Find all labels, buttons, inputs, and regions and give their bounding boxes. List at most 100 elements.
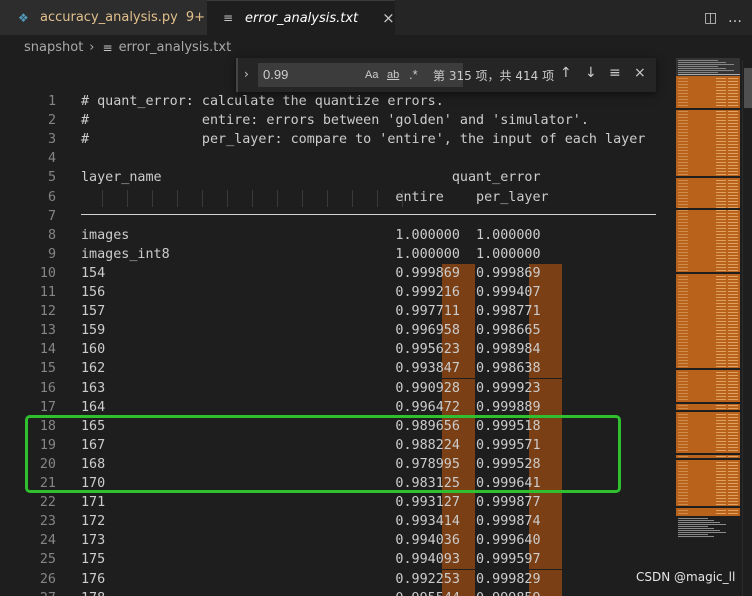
minimap-line (728, 309, 738, 310)
minimap-line (716, 381, 726, 382)
code-line[interactable]: 160 0.995623 0.998984 (81, 340, 541, 359)
code-line[interactable]: entire per_layer (81, 188, 548, 207)
minimap-line (728, 111, 738, 112)
code-line[interactable]: 163 0.990928 0.999923 (81, 379, 541, 398)
toggle-replace-icon[interactable]: › (244, 67, 249, 81)
code-line[interactable]: 162 0.993847 0.998638 (81, 359, 541, 378)
minimap-line (678, 297, 688, 298)
minimap-line (716, 378, 726, 379)
minimap[interactable] (676, 58, 740, 596)
close-find-icon[interactable]: × (634, 65, 646, 81)
code-line[interactable]: 175 0.994093 0.999597 (81, 550, 541, 569)
code-line[interactable]: 176 0.992253 0.999829 (81, 570, 541, 589)
minimap-line (728, 387, 738, 388)
minimap-line (728, 255, 738, 256)
minimap-line (678, 174, 688, 175)
minimap-line (728, 204, 738, 205)
minimap-line (728, 282, 738, 283)
minimap-line (728, 243, 738, 244)
minimap-line (716, 258, 726, 259)
minimap-line (728, 189, 738, 190)
code-line[interactable]: 173 0.994036 0.999640 (81, 531, 541, 550)
minimap-line (716, 432, 726, 433)
minimap-gap (676, 410, 740, 412)
minimap-line (678, 264, 688, 265)
minimap-line (716, 195, 726, 196)
minimap-line (678, 126, 688, 127)
editor-area[interactable]: 1 # quant_error: calculate the quantize e… (0, 60, 672, 596)
code-line[interactable]: 178 0.995544 0.999859 (81, 589, 541, 596)
minimap-line (716, 270, 726, 271)
minimap-line (678, 426, 688, 427)
breadcrumb-file[interactable]: error_analysis.txt (119, 40, 232, 55)
code-line[interactable]: # entire: errors between 'golden' and 's… (81, 111, 589, 130)
code-line[interactable]: 159 0.996958 0.998665 (81, 321, 541, 340)
code-line[interactable]: 157 0.997711 0.998771 (81, 302, 541, 321)
code-line[interactable]: layer_name quant_error (81, 168, 541, 187)
minimap-line (678, 81, 688, 82)
code-line[interactable]: # per_layer: compare to 'entire', the in… (81, 130, 645, 149)
minimap-line (716, 90, 726, 91)
minimap-line (678, 201, 688, 202)
match-whole-word-icon[interactable]: ab (387, 69, 399, 81)
minimap-line (716, 255, 726, 256)
minimap-line (728, 261, 738, 262)
minimap-line (728, 312, 738, 313)
minimap-line (716, 240, 726, 241)
minimap-line (728, 147, 738, 148)
minimap-line (716, 324, 726, 325)
minimap-line (728, 483, 738, 484)
split-editor-icon[interactable]: ◫ (704, 10, 717, 26)
minimap-line (728, 396, 738, 397)
minimap-line (728, 333, 738, 334)
tab-error-analysis[interactable]: ≡ error_analysis.txt × (207, 0, 395, 35)
minimap-line (716, 252, 726, 253)
find-in-selection-icon[interactable]: ≡ (609, 65, 621, 81)
code-line[interactable]: 156 0.999216 0.999407 (81, 283, 541, 302)
minimap-line (716, 276, 726, 277)
breadcrumb-folder[interactable]: snapshot (24, 40, 83, 55)
minimap-line (678, 510, 688, 511)
tab-accuracy-analysis[interactable]: ❖ accuracy_analysis.py 9+ (0, 0, 207, 35)
next-match-icon[interactable]: ↓ (585, 65, 597, 81)
minimap-line (678, 255, 688, 256)
minimap-line (678, 252, 688, 253)
minimap-line (678, 234, 688, 235)
match-case-icon[interactable]: Aa (365, 69, 378, 81)
code-line[interactable]: images 1.000000 1.000000 (81, 226, 541, 245)
minimap-line (716, 444, 726, 445)
scrollbar-thumb[interactable] (744, 68, 752, 108)
minimap-line (678, 498, 688, 499)
tab-bar: ❖ accuracy_analysis.py 9+ ≡ error_analys… (0, 0, 752, 35)
previous-match-icon[interactable]: ↑ (560, 65, 572, 81)
minimap-line (716, 327, 726, 328)
code-line[interactable]: 164 0.996472 0.999889 (81, 398, 541, 417)
code-line[interactable]: images_int8 1.000000 1.000000 (81, 245, 541, 264)
more-actions-icon[interactable]: … (728, 10, 742, 26)
minimap-line (728, 78, 738, 79)
minimap-line (728, 129, 738, 130)
minimap-line (728, 492, 738, 493)
line-number: 23 (39, 514, 56, 530)
minimap-line (728, 510, 738, 511)
code-line[interactable]: 171 0.993127 0.999877 (81, 493, 541, 512)
minimap-line (728, 336, 738, 337)
minimap-line (728, 441, 738, 442)
code-line[interactable]: # quant_error: calculate the quantize er… (81, 92, 444, 111)
code-line[interactable]: 172 0.993414 0.999874 (81, 512, 541, 531)
code-line[interactable]: 154 0.999869 0.999869 (81, 264, 541, 283)
minimap-line (678, 240, 688, 241)
python-file-icon: ❖ (18, 10, 29, 25)
minimap-line (678, 279, 688, 280)
minimap-line (728, 174, 738, 175)
minimap-line (716, 390, 726, 391)
close-tab-button[interactable]: × (382, 9, 395, 27)
minimap-line (678, 360, 688, 361)
minimap-line (728, 132, 738, 133)
minimap-line (678, 339, 688, 340)
use-regex-icon[interactable]: .* (409, 67, 418, 82)
minimap-line (678, 216, 688, 217)
minimap-line (678, 483, 688, 484)
line-number: 2 (47, 113, 56, 129)
vertical-scrollbar[interactable] (742, 60, 752, 596)
